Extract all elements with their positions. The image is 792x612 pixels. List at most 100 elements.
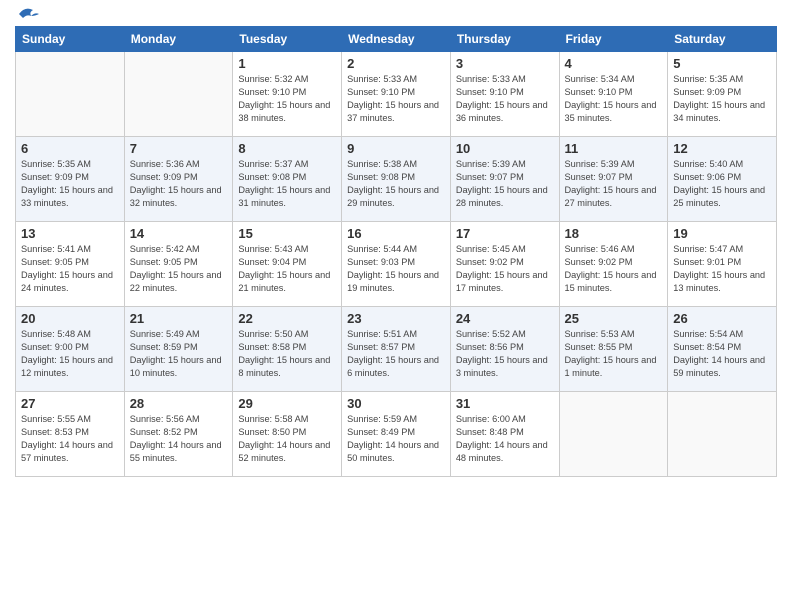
calendar-cell: 13 Sunrise: 5:41 AMSunset: 9:05 PMDayligh… — [16, 222, 125, 307]
calendar-cell — [559, 392, 668, 477]
day-number: 16 — [347, 226, 445, 241]
day-number: 29 — [238, 396, 336, 411]
calendar-cell: 10 Sunrise: 5:39 AMSunset: 9:07 PMDayligh… — [450, 137, 559, 222]
day-number: 24 — [456, 311, 554, 326]
day-number: 13 — [21, 226, 119, 241]
calendar-container: SundayMondayTuesdayWednesdayThursdayFrid… — [0, 0, 792, 487]
day-info: Sunrise: 5:46 AMSunset: 9:02 PMDaylight:… — [565, 243, 663, 295]
day-info: Sunrise: 5:49 AMSunset: 8:59 PMDaylight:… — [130, 328, 228, 380]
day-number: 4 — [565, 56, 663, 71]
day-info: Sunrise: 5:38 AMSunset: 9:08 PMDaylight:… — [347, 158, 445, 210]
calendar-cell: 16 Sunrise: 5:44 AMSunset: 9:03 PMDayligh… — [342, 222, 451, 307]
calendar-cell: 5Sunrise: 5:35 AMSunset: 9:09 PMDaylight… — [668, 52, 777, 137]
calendar-cell: 21 Sunrise: 5:49 AMSunset: 8:59 PMDayligh… — [124, 307, 233, 392]
calendar-cell: 22 Sunrise: 5:50 AMSunset: 8:58 PMDayligh… — [233, 307, 342, 392]
calendar-cell: 11 Sunrise: 5:39 AMSunset: 9:07 PMDayligh… — [559, 137, 668, 222]
calendar-cell — [16, 52, 125, 137]
day-number: 25 — [565, 311, 663, 326]
day-info: Sunrise: 5:36 AMSunset: 9:09 PMDaylight:… — [130, 158, 228, 210]
week-row-3: 13 Sunrise: 5:41 AMSunset: 9:05 PMDayligh… — [16, 222, 777, 307]
day-info: Sunrise: 5:58 AMSunset: 8:50 PMDaylight:… — [238, 413, 336, 465]
day-info: Sunrise: 5:44 AMSunset: 9:03 PMDaylight:… — [347, 243, 445, 295]
calendar-cell — [668, 392, 777, 477]
day-info: Sunrise: 5:33 AMSunset: 9:10 PMDaylight:… — [347, 73, 445, 125]
calendar-cell: 12 Sunrise: 5:40 AMSunset: 9:06 PMDayligh… — [668, 137, 777, 222]
day-number: 28 — [130, 396, 228, 411]
day-number: 9 — [347, 141, 445, 156]
header — [15, 10, 777, 18]
week-row-4: 20 Sunrise: 5:48 AMSunset: 9:00 PMDayligh… — [16, 307, 777, 392]
day-info: Sunrise: 5:42 AMSunset: 9:05 PMDaylight:… — [130, 243, 228, 295]
day-info: Sunrise: 5:32 AMSunset: 9:10 PMDaylight:… — [238, 73, 336, 125]
day-info: Sunrise: 5:39 AMSunset: 9:07 PMDaylight:… — [565, 158, 663, 210]
day-info: Sunrise: 5:43 AMSunset: 9:04 PMDaylight:… — [238, 243, 336, 295]
day-info: Sunrise: 5:59 AMSunset: 8:49 PMDaylight:… — [347, 413, 445, 465]
weekday-header-friday: Friday — [559, 27, 668, 52]
day-info: Sunrise: 5:48 AMSunset: 9:00 PMDaylight:… — [21, 328, 119, 380]
calendar-cell: 7 Sunrise: 5:36 AMSunset: 9:09 PMDaylight… — [124, 137, 233, 222]
calendar-cell: 1Sunrise: 5:32 AMSunset: 9:10 PMDaylight… — [233, 52, 342, 137]
day-info: Sunrise: 5:54 AMSunset: 8:54 PMDaylight:… — [673, 328, 771, 380]
day-number: 19 — [673, 226, 771, 241]
day-number: 11 — [565, 141, 663, 156]
calendar-cell: 25 Sunrise: 5:53 AMSunset: 8:55 PMDayligh… — [559, 307, 668, 392]
calendar-cell: 3 Sunrise: 5:33 AMSunset: 9:10 PMDaylight… — [450, 52, 559, 137]
calendar-cell: 24 Sunrise: 5:52 AMSunset: 8:56 PMDayligh… — [450, 307, 559, 392]
day-info: Sunrise: 5:40 AMSunset: 9:06 PMDaylight:… — [673, 158, 771, 210]
day-number: 18 — [565, 226, 663, 241]
calendar-cell: 9 Sunrise: 5:38 AMSunset: 9:08 PMDaylight… — [342, 137, 451, 222]
day-number: 10 — [456, 141, 554, 156]
day-number: 23 — [347, 311, 445, 326]
weekday-header-thursday: Thursday — [450, 27, 559, 52]
logo — [15, 10, 39, 18]
day-number: 7 — [130, 141, 228, 156]
calendar-cell: 4 Sunrise: 5:34 AMSunset: 9:10 PMDaylight… — [559, 52, 668, 137]
day-number: 20 — [21, 311, 119, 326]
day-number: 8 — [238, 141, 336, 156]
week-row-2: 6 Sunrise: 5:35 AMSunset: 9:09 PMDaylight… — [16, 137, 777, 222]
day-number: 26 — [673, 311, 771, 326]
day-info: Sunrise: 5:39 AMSunset: 9:07 PMDaylight:… — [456, 158, 554, 210]
day-info: Sunrise: 5:47 AMSunset: 9:01 PMDaylight:… — [673, 243, 771, 295]
calendar-cell — [124, 52, 233, 137]
calendar-cell: 18 Sunrise: 5:46 AMSunset: 9:02 PMDayligh… — [559, 222, 668, 307]
weekday-header-sunday: Sunday — [16, 27, 125, 52]
weekday-header-tuesday: Tuesday — [233, 27, 342, 52]
week-row-1: 1Sunrise: 5:32 AMSunset: 9:10 PMDaylight… — [16, 52, 777, 137]
weekday-header-wednesday: Wednesday — [342, 27, 451, 52]
day-number: 6 — [21, 141, 119, 156]
day-info: Sunrise: 5:45 AMSunset: 9:02 PMDaylight:… — [456, 243, 554, 295]
day-info: Sunrise: 5:41 AMSunset: 9:05 PMDaylight:… — [21, 243, 119, 295]
weekday-header-row: SundayMondayTuesdayWednesdayThursdayFrid… — [16, 27, 777, 52]
day-number: 3 — [456, 56, 554, 71]
calendar-cell: 20 Sunrise: 5:48 AMSunset: 9:00 PMDayligh… — [16, 307, 125, 392]
day-number: 21 — [130, 311, 228, 326]
weekday-header-saturday: Saturday — [668, 27, 777, 52]
day-number: 22 — [238, 311, 336, 326]
calendar-cell: 29 Sunrise: 5:58 AMSunset: 8:50 PMDayligh… — [233, 392, 342, 477]
day-info: Sunrise: 5:35 AMSunset: 9:09 PMDaylight:… — [21, 158, 119, 210]
day-number: 12 — [673, 141, 771, 156]
calendar-table: SundayMondayTuesdayWednesdayThursdayFrid… — [15, 26, 777, 477]
day-info: Sunrise: 5:51 AMSunset: 8:57 PMDaylight:… — [347, 328, 445, 380]
day-info: Sunrise: 5:56 AMSunset: 8:52 PMDaylight:… — [130, 413, 228, 465]
week-row-5: 27 Sunrise: 5:55 AMSunset: 8:53 PMDayligh… — [16, 392, 777, 477]
day-info: Sunrise: 5:50 AMSunset: 8:58 PMDaylight:… — [238, 328, 336, 380]
day-number: 27 — [21, 396, 119, 411]
day-info: Sunrise: 5:52 AMSunset: 8:56 PMDaylight:… — [456, 328, 554, 380]
day-info: Sunrise: 5:34 AMSunset: 9:10 PMDaylight:… — [565, 73, 663, 125]
calendar-cell: 31Sunrise: 6:00 AMSunset: 8:48 PMDayligh… — [450, 392, 559, 477]
calendar-cell: 19 Sunrise: 5:47 AMSunset: 9:01 PMDayligh… — [668, 222, 777, 307]
calendar-cell: 28 Sunrise: 5:56 AMSunset: 8:52 PMDayligh… — [124, 392, 233, 477]
day-number: 30 — [347, 396, 445, 411]
day-info: Sunrise: 6:00 AMSunset: 8:48 PMDaylight:… — [456, 413, 554, 465]
logo-bird-icon — [17, 6, 39, 22]
day-info: Sunrise: 5:53 AMSunset: 8:55 PMDaylight:… — [565, 328, 663, 380]
day-number: 15 — [238, 226, 336, 241]
day-info: Sunrise: 5:55 AMSunset: 8:53 PMDaylight:… — [21, 413, 119, 465]
day-number: 2 — [347, 56, 445, 71]
calendar-cell: 14Sunrise: 5:42 AMSunset: 9:05 PMDayligh… — [124, 222, 233, 307]
day-info: Sunrise: 5:33 AMSunset: 9:10 PMDaylight:… — [456, 73, 554, 125]
calendar-cell: 26 Sunrise: 5:54 AMSunset: 8:54 PMDayligh… — [668, 307, 777, 392]
calendar-cell: 6 Sunrise: 5:35 AMSunset: 9:09 PMDaylight… — [16, 137, 125, 222]
